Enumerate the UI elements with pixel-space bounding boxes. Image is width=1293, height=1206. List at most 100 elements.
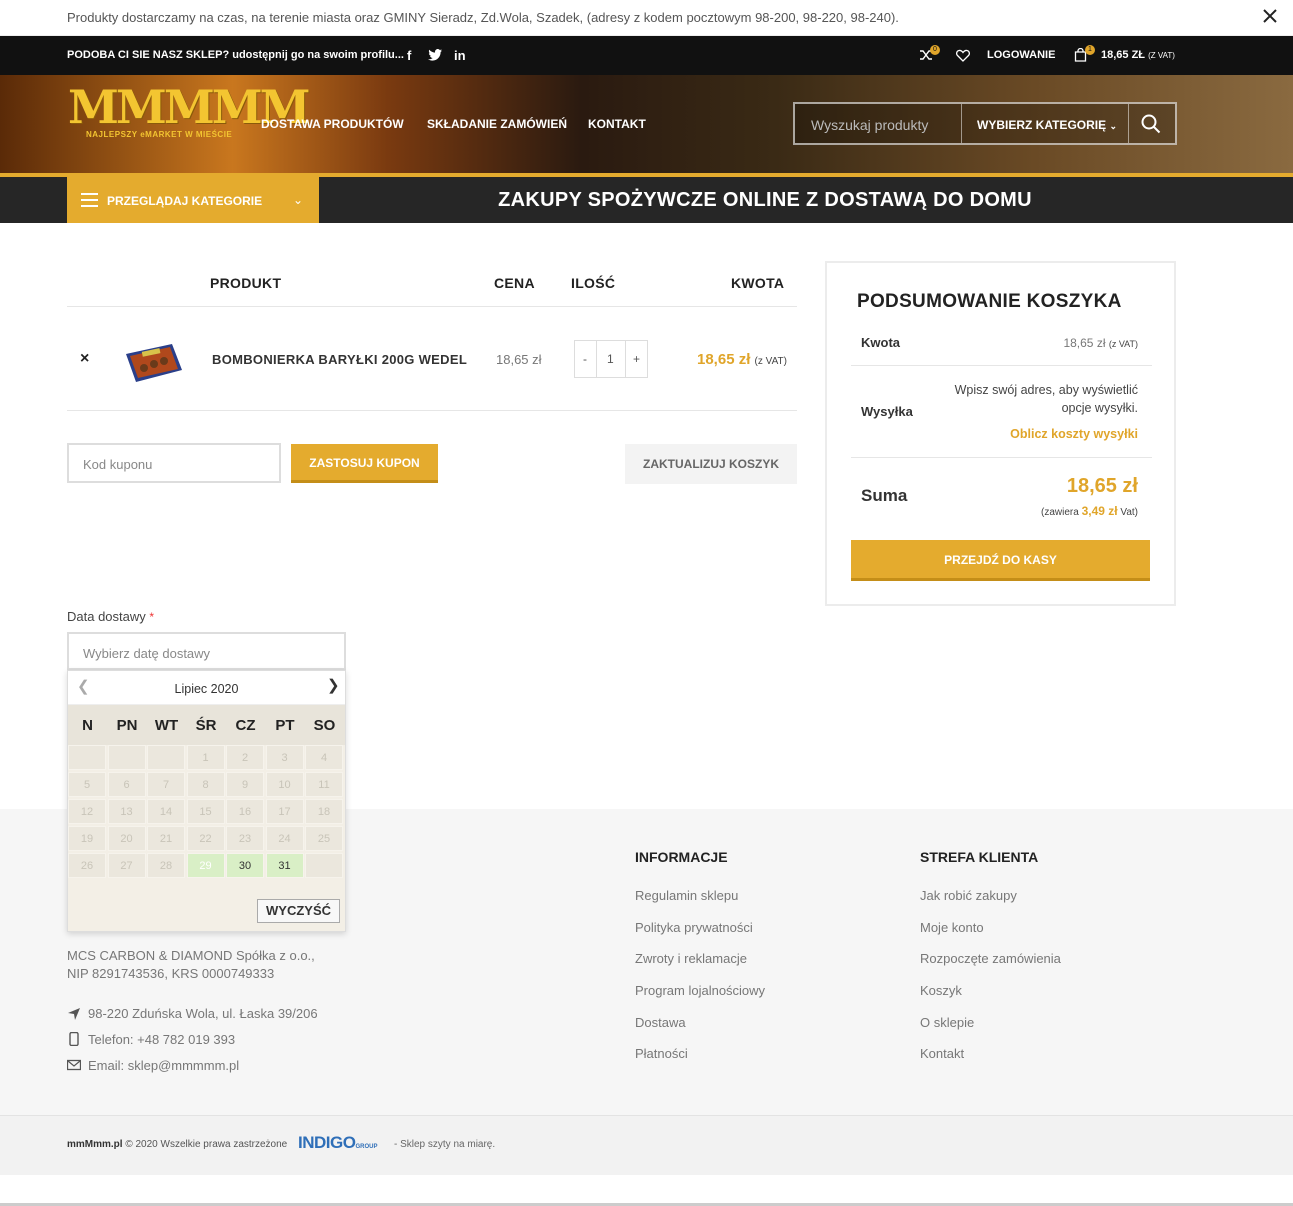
clear-date-button[interactable]: WYCZYŚĆ — [257, 899, 340, 923]
linkedin-icon[interactable]: in — [454, 48, 466, 63]
footer-company-ids: NIP 8291743536, KRS 0000749333 — [67, 966, 275, 981]
update-cart-button[interactable]: ZAKTUALIZUJ KOSZYK — [625, 444, 797, 484]
product-thumbnail[interactable] — [122, 342, 184, 384]
footer-link[interactable]: Dostawa — [635, 1015, 686, 1030]
calendar-day: 8 — [186, 772, 225, 797]
divider — [67, 306, 797, 307]
col-price: CENA — [494, 275, 535, 291]
twitter-icon[interactable] — [428, 49, 442, 61]
cart-summary: PODSUMOWANIE KOSZYKA Kwota 18,65 zł (z V… — [825, 261, 1176, 606]
day-of-week: WT — [154, 717, 179, 734]
calendar-day: 15 — [186, 799, 225, 824]
cart-total[interactable]: 18,65 ZŁ (Z VAT) — [1101, 49, 1175, 61]
cart-total-value: 18,65 ZŁ — [1101, 49, 1146, 61]
calendar-day[interactable]: 31 — [265, 853, 304, 878]
required-marker: * — [149, 610, 155, 624]
date-picker: ❮ Lipiec 2020 ❯ N PN WT ŚR CZ PT SO 1234567891… — [67, 670, 346, 932]
indigo-logo[interactable]: INDIGOGROUP — [298, 1133, 377, 1153]
nav-kontakt[interactable]: KONTAKT — [588, 117, 646, 131]
calendar-day: 23 — [226, 826, 264, 851]
footer-link[interactable]: Płatności — [635, 1046, 688, 1061]
category-bar: PRZEGLĄDAJ KATEGORIE ⌄ ZAKUPY SPOŻYWCZE … — [0, 173, 1293, 223]
calendar-day: 6 — [107, 772, 146, 797]
product-amount-value: 18,65 zł — [697, 351, 751, 368]
calculate-shipping-link[interactable]: Oblicz koszty wysyłki — [1010, 427, 1138, 441]
chevron-right-icon[interactable]: ❯ — [327, 676, 340, 694]
search-icon[interactable] — [1141, 114, 1161, 134]
footer-link[interactable]: Program lojalnościowy — [635, 983, 765, 998]
site-header: MMMMM NAJLEPSZY eMARKET W MIEŚCIE DOSTAW… — [0, 75, 1293, 173]
subtotal-value: 18,65 zł (z VAT) — [1063, 336, 1138, 350]
subtotal-vat: (z VAT) — [1108, 339, 1138, 349]
store-notice-text: Produkty dostarczamy na czas, na terenie… — [67, 10, 899, 25]
heart-icon[interactable] — [956, 49, 970, 62]
total-label: Suma — [861, 486, 908, 505]
calendar-day: 28 — [147, 853, 185, 878]
day-of-week: PN — [116, 717, 138, 734]
total-vat: (zawiera 3,49 zł Vat) — [1041, 504, 1138, 518]
calendar-empty-cell — [68, 745, 106, 770]
col-amount: KWOTA — [731, 275, 785, 291]
footer-link[interactable]: Jak robić zakupy — [920, 888, 1017, 903]
search-divider — [961, 104, 962, 143]
phone-icon — [69, 1032, 79, 1046]
qty-plus-button[interactable]: + — [633, 352, 640, 366]
calendar-day: 9 — [226, 772, 264, 797]
browse-categories-label: PRZEGLĄDAJ KATEGORIE — [107, 194, 263, 208]
indigo-brand: INDIGO — [298, 1133, 356, 1152]
coupon-input[interactable]: Kod kuponu — [67, 443, 281, 483]
product-name[interactable]: BOMBONIERKA BARYŁKI 200G WEDEL — [212, 352, 467, 367]
remove-item-button[interactable]: × — [80, 350, 89, 368]
calendar-empty-cell — [147, 745, 185, 770]
product-amount-vat: (z VAT) — [754, 356, 787, 367]
footer-link[interactable]: O sklepie — [920, 1015, 974, 1030]
qty-divider — [625, 341, 626, 377]
date-picker-header: ❮ Lipiec 2020 ❯ — [68, 671, 345, 705]
copyright-tagline: - Sklep szyty na miarę. — [394, 1139, 496, 1150]
calendar-day[interactable]: 29 — [186, 853, 225, 878]
delivery-date-label: Data dostawy * — [67, 609, 154, 624]
divider — [67, 410, 797, 411]
delivery-date-label-text: Data dostawy — [67, 609, 146, 624]
calendar-day: 5 — [68, 772, 106, 797]
chevron-down-icon: ⌄ — [1109, 121, 1118, 131]
chevron-down-icon: ⌄ — [293, 193, 304, 207]
calendar-day: 7 — [147, 772, 185, 797]
footer-link[interactable]: Regulamin sklepu — [635, 888, 738, 903]
login-link[interactable]: LOGOWANIE — [987, 49, 1055, 61]
category-select[interactable]: WYBIERZ KATEGORIĘ ⌄ — [977, 118, 1117, 132]
subtotal-amount: 18,65 zł — [1063, 336, 1106, 350]
facebook-icon[interactable]: f — [407, 48, 411, 63]
nav-zamowienia[interactable]: SKŁADANIE ZAMÓWIEŃ — [427, 117, 567, 131]
footer-link[interactable]: Rozpoczęte zamówienia — [920, 951, 1061, 966]
footer-address: 98-220 Zduńska Wola, ul. Łaska 39/206 — [88, 1006, 318, 1021]
footer-link[interactable]: Koszyk — [920, 983, 962, 998]
search-input[interactable]: Wyszukaj produkty — [811, 117, 928, 133]
footer-info-title: INFORMACJE — [635, 849, 728, 865]
search-form: Wyszukaj produkty WYBIERZ KATEGORIĘ ⌄ — [793, 102, 1177, 145]
nav-dostawa[interactable]: DOSTAWA PRODUKTÓW — [261, 117, 404, 131]
footer-link[interactable]: Kontakt — [920, 1046, 964, 1061]
footer-link[interactable]: Polityka prywatności — [635, 920, 753, 935]
total-value: 18,65 zł — [1066, 475, 1138, 497]
close-icon[interactable] — [1262, 8, 1278, 24]
calendar-day: 2 — [226, 745, 264, 770]
calendar-day: 16 — [226, 799, 264, 824]
apply-coupon-button[interactable]: ZASTOSUJ KUPON — [291, 444, 438, 483]
shipping-label: Wysyłka — [861, 404, 913, 419]
footer-link[interactable]: Zwroty i reklamacje — [635, 951, 747, 966]
copyright-site[interactable]: mmMmm.pl — [67, 1139, 123, 1150]
qty-input[interactable]: 1 — [607, 352, 614, 366]
calendar-day[interactable]: 30 — [226, 853, 264, 878]
share-text: PODOBA CI SIE NASZ SKLEP? udostępnij go … — [67, 49, 404, 61]
calendar-day: 4 — [305, 745, 343, 770]
category-select-label: WYBIERZ KATEGORIĘ — [977, 118, 1107, 132]
browse-categories-button[interactable]: PRZEGLĄDAJ KATEGORIE ⌄ — [67, 177, 319, 223]
delivery-date-input[interactable]: Wybierz datę dostawy — [67, 632, 346, 670]
footer-client-title: STREFA KLIENTA — [920, 849, 1039, 865]
calendar-day: 22 — [186, 826, 225, 851]
checkout-button[interactable]: PRZEJDŹ DO KASY — [851, 540, 1150, 581]
footer-email[interactable]: Email: sklep@mmmmm.pl — [88, 1058, 239, 1073]
footer-link[interactable]: Moje konto — [920, 920, 984, 935]
qty-minus-button[interactable]: - — [583, 352, 587, 366]
